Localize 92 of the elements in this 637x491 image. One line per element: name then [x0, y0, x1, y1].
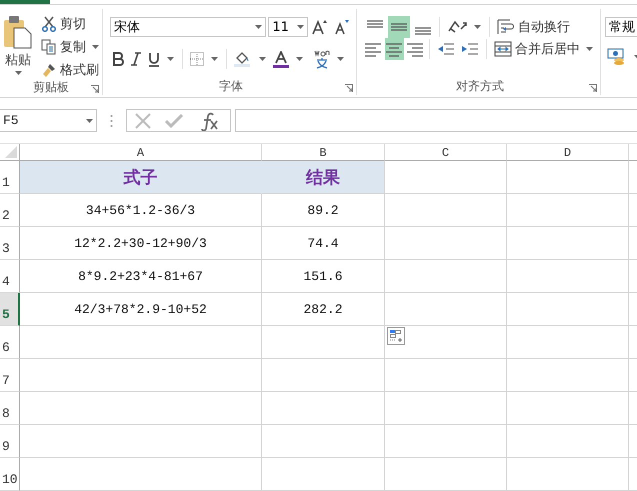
caret-icon [255, 25, 262, 29]
caret-icon[interactable] [337, 57, 344, 61]
paste-options-icon[interactable] [387, 327, 405, 345]
table-cell: 12*2.2+30-12+90/3 [20, 227, 262, 260]
group-label: 字体 [219, 78, 243, 94]
caret-icon[interactable] [259, 57, 266, 61]
empty-cell[interactable] [20, 326, 262, 359]
caret-icon [586, 47, 594, 51]
caret-icon[interactable] [296, 57, 303, 61]
select-all-icon[interactable] [0, 144, 20, 161]
row-header[interactable]: 9 [0, 425, 20, 458]
empty-cell[interactable] [385, 359, 507, 392]
merge-center-button[interactable]: 合并后居中 [494, 40, 596, 58]
row-header[interactable]: 7 [0, 359, 20, 392]
empty-cell[interactable] [385, 293, 507, 326]
empty-cell[interactable] [385, 227, 507, 260]
wrap-text-icon [497, 19, 515, 35]
scissors-icon [41, 16, 57, 32]
empty-cell[interactable] [20, 425, 262, 458]
empty-cell[interactable] [507, 326, 629, 359]
empty-cell[interactable] [507, 194, 629, 227]
formula-input[interactable] [235, 109, 637, 132]
center-align-icon[interactable] [384, 38, 404, 60]
caret-icon[interactable] [474, 25, 481, 29]
checkmark-icon[interactable] [165, 114, 183, 128]
empty-cell[interactable] [262, 425, 385, 458]
empty-cell[interactable] [507, 458, 629, 491]
empty-cell[interactable] [507, 260, 629, 293]
grip-icon [110, 114, 113, 128]
dialog-launcher-icon[interactable] [91, 85, 99, 93]
empty-cell[interactable] [385, 260, 507, 293]
dialog-launcher-icon[interactable] [345, 84, 353, 92]
font-name-field[interactable]: 宋体 [110, 17, 266, 37]
copy-icon [41, 38, 57, 54]
empty-cell[interactable] [507, 359, 629, 392]
merge-cells-icon [494, 41, 512, 57]
clipboard-button[interactable]: 剪切 [41, 14, 102, 33]
empty-cell[interactable] [507, 293, 629, 326]
paste-button[interactable]: 粘贴 [0, 9, 35, 79]
paintbrush-icon [41, 62, 57, 78]
empty-cell[interactable] [507, 161, 629, 194]
empty-cell[interactable] [507, 392, 629, 425]
empty-cell[interactable] [385, 326, 507, 359]
row-header[interactable]: 3 [0, 227, 20, 260]
font-size-field[interactable]: 11 [268, 17, 308, 37]
empty-cell[interactable] [262, 458, 385, 491]
table-cell: 74.4 [262, 227, 385, 260]
group-label: 对齐方式 [456, 78, 504, 94]
empty-cell[interactable] [385, 458, 507, 491]
table-cell: 151.6 [262, 260, 385, 293]
column-header[interactable]: C [385, 144, 507, 161]
row-header[interactable]: 10 [0, 458, 20, 491]
table-cell: 282.2 [262, 293, 385, 326]
empty-cell[interactable] [262, 326, 385, 359]
table-cell: 89.2 [262, 194, 385, 227]
empty-cell[interactable] [20, 359, 262, 392]
empty-cell[interactable] [20, 392, 262, 425]
caret-icon [14, 71, 22, 75]
row-header[interactable]: 8 [0, 392, 20, 425]
clipboard-icon [3, 15, 33, 49]
empty-cell[interactable] [507, 227, 629, 260]
middle-align-icon[interactable] [388, 16, 410, 38]
empty-cell[interactable] [20, 458, 262, 491]
font-color-icon[interactable] [271, 48, 291, 70]
name-box[interactable]: F5 [0, 109, 97, 132]
row-header[interactable]: 5 [0, 293, 20, 326]
table-cell: 42/3+78*2.9-10+52 [20, 293, 262, 326]
empty-cell[interactable] [385, 425, 507, 458]
caret-icon [86, 118, 93, 122]
caret-icon [297, 25, 304, 29]
empty-cell[interactable] [507, 425, 629, 458]
clipboard-button[interactable]: 复制 [41, 37, 102, 56]
cancel-icon[interactable] [135, 112, 151, 128]
column-header[interactable]: D [507, 144, 629, 161]
empty-cell[interactable] [262, 392, 385, 425]
header-cell: 结果 [262, 161, 385, 194]
group-label: 剪贴板 [33, 79, 69, 96]
clipboard-button[interactable]: 格式刷 [41, 60, 102, 79]
header-cell: 式子 [20, 161, 262, 194]
table-cell: 34+56*1.2-36/3 [20, 194, 262, 227]
row-header[interactable]: 2 [0, 194, 20, 227]
table-cell: 8*9.2+23*4-81+67 [20, 260, 262, 293]
empty-cell[interactable] [385, 392, 507, 425]
wrap-text-button[interactable]: 自动换行 [497, 18, 570, 36]
empty-cell[interactable] [262, 359, 385, 392]
empty-cell[interactable] [385, 194, 507, 227]
caret-icon [92, 44, 99, 48]
row-header[interactable]: 6 [0, 326, 20, 359]
caret-icon[interactable] [211, 57, 218, 61]
caret-icon[interactable] [167, 57, 174, 61]
number-format-field[interactable]: 常规 [605, 17, 637, 37]
dialog-launcher-icon[interactable] [589, 84, 597, 92]
